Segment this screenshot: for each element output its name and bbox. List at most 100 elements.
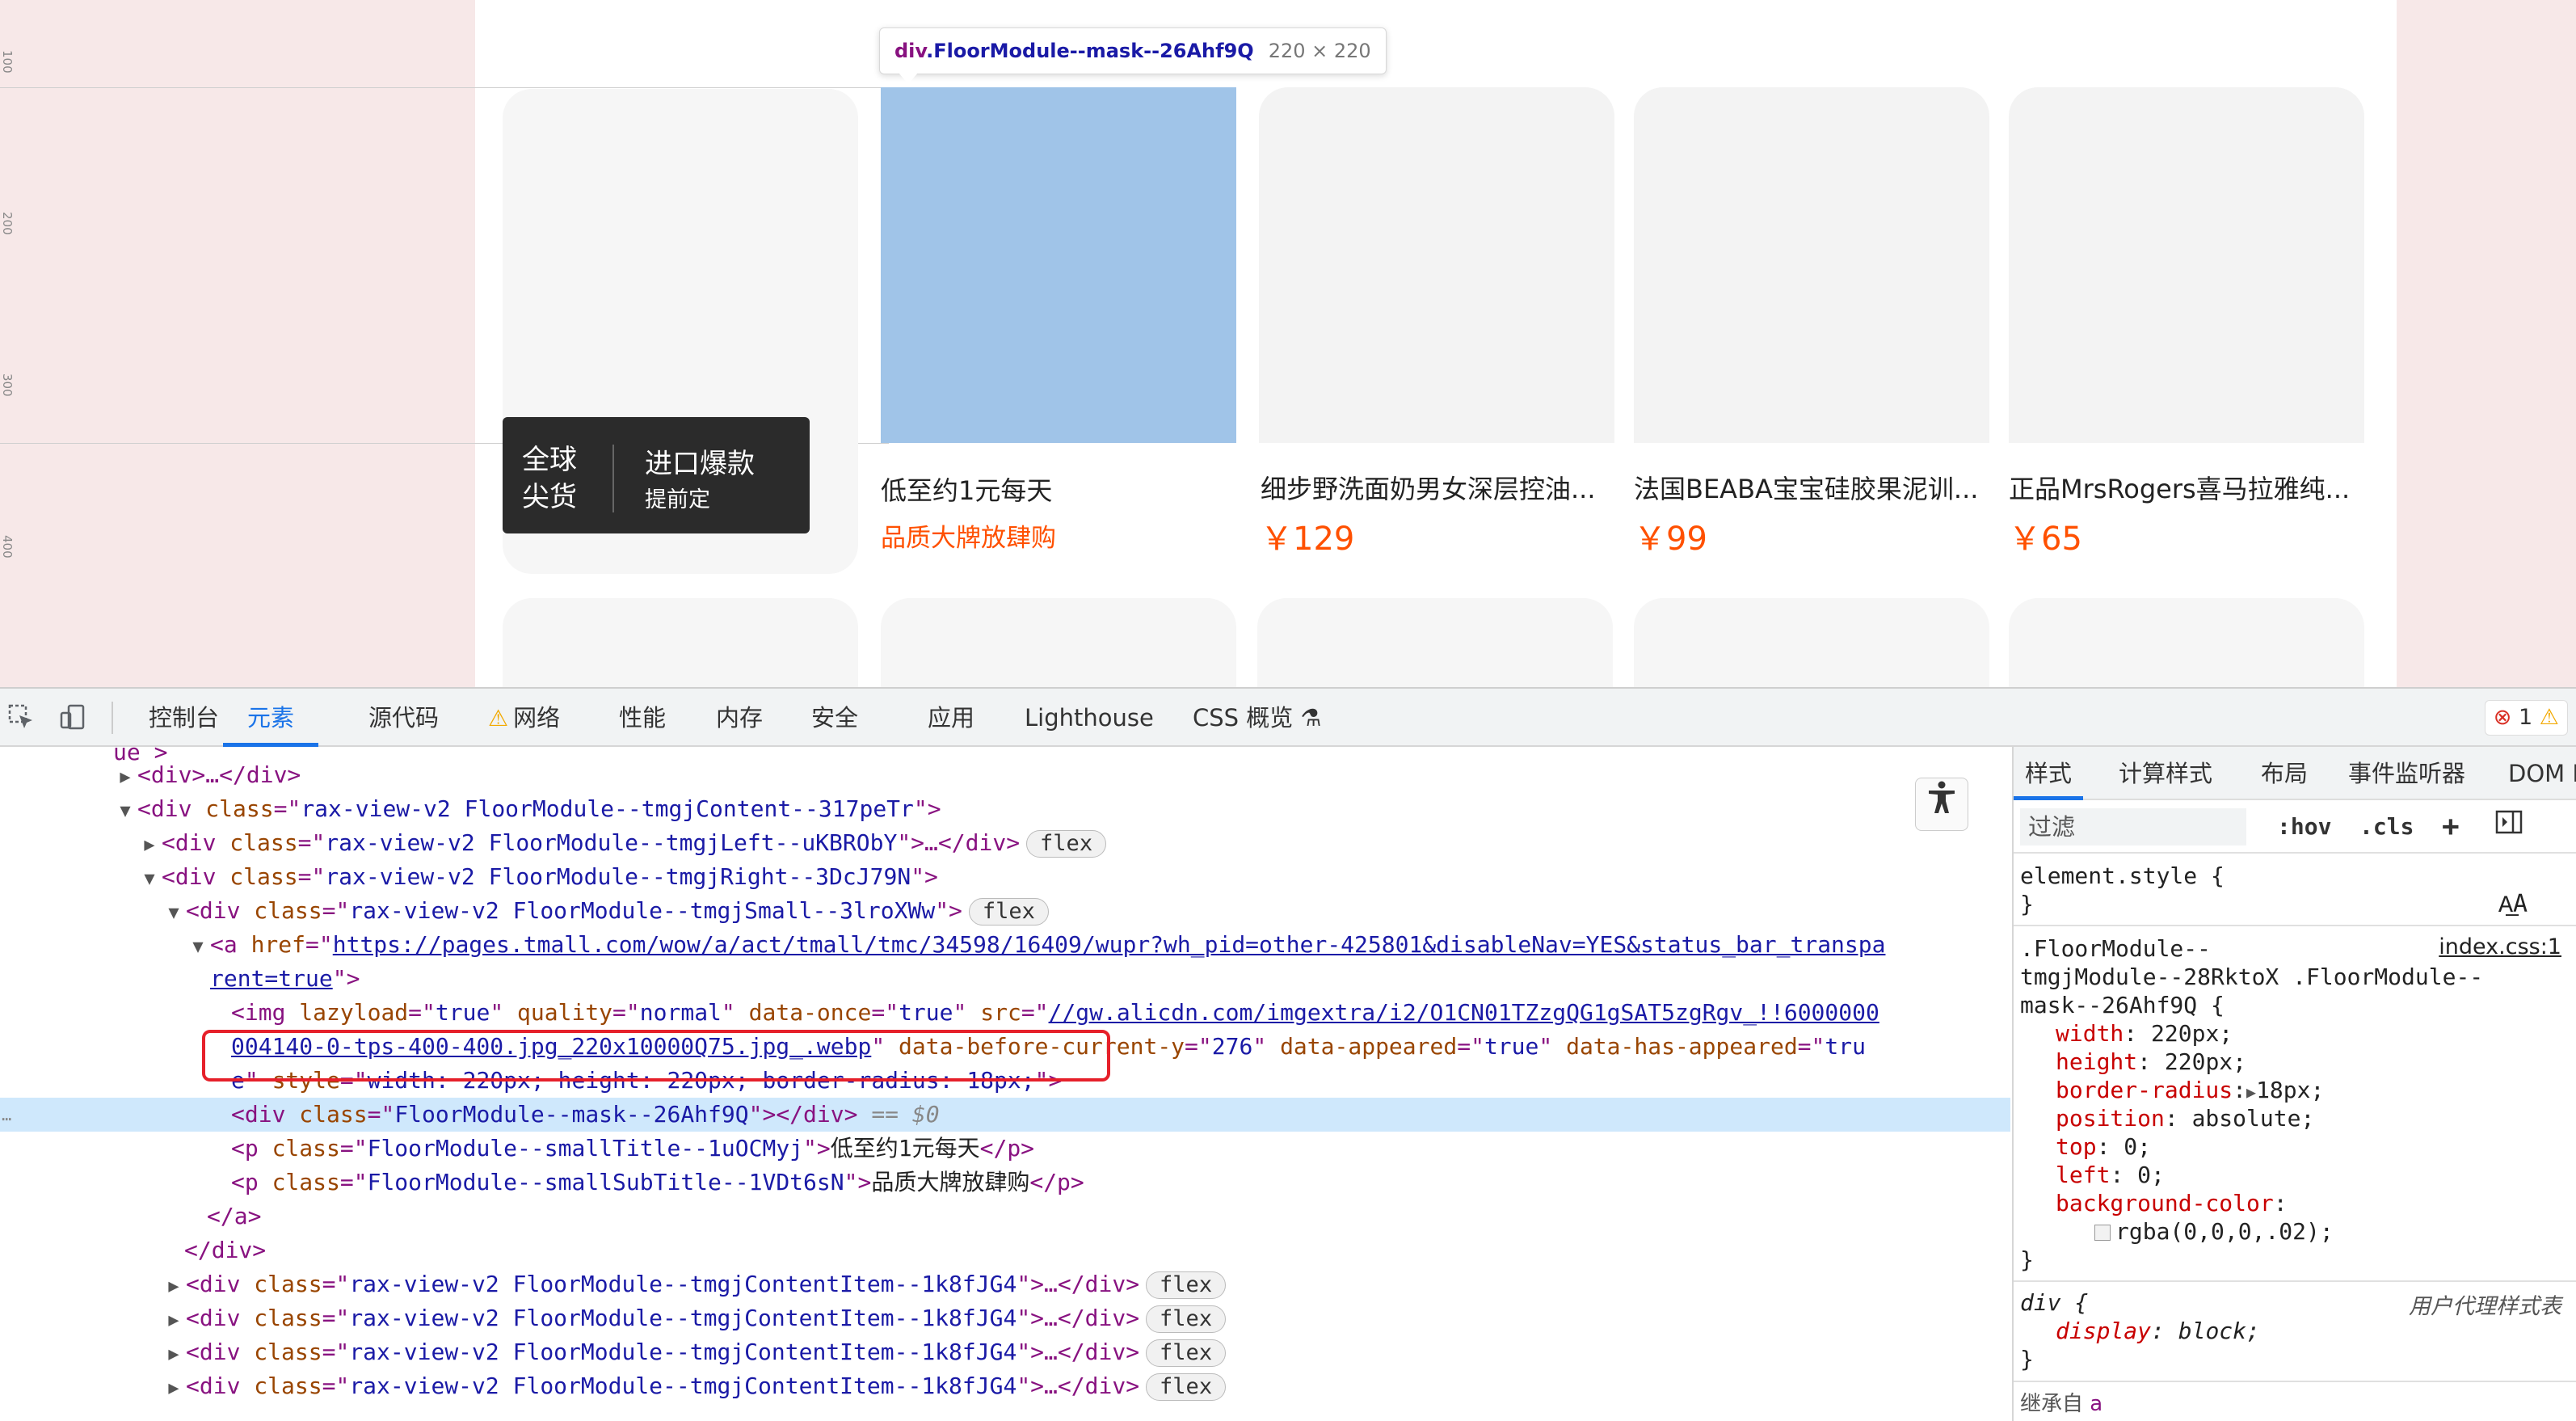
- product-image[interactable]: [1259, 87, 1614, 443]
- rule-divider: [2014, 1381, 2576, 1382]
- card-title[interactable]: 细步野洗面奶男女深层控油...: [1261, 469, 1596, 506]
- banner-subtitle: 提前定: [645, 487, 710, 512]
- dom-node-selected[interactable]: <div class="FloorModule--mask--26Ahf9Q">…: [0, 1098, 2010, 1132]
- flex-badge[interactable]: flex: [1146, 1305, 1227, 1333]
- dom-node[interactable]: ▶ <div class="rax-view-v2 FloorModule--tm…: [0, 1335, 2010, 1369]
- css-property[interactable]: background-color:: [2056, 1189, 2288, 1217]
- css-property[interactable]: border-radius:▶18px;: [2056, 1076, 2324, 1107]
- flex-badge[interactable]: flex: [1146, 1373, 1227, 1401]
- tab-security[interactable]: 安全: [811, 689, 858, 747]
- global-goods-banner[interactable]: 全球尖货 进口爆款 提前定: [503, 417, 810, 533]
- expand-triangle-icon[interactable]: ▶: [137, 829, 162, 862]
- element-style-rule[interactable]: element.style {: [2020, 862, 2225, 890]
- styles-filter-input[interactable]: 过滤: [2020, 808, 2246, 845]
- dom-node[interactable]: ▼ <div class="rax-view-v2 FloorModule--tm…: [0, 792, 2010, 826]
- dom-node[interactable]: ▶ <div>…</div>: [0, 758, 2010, 792]
- expand-triangle-icon[interactable]: ▶: [162, 1304, 186, 1338]
- href-link[interactable]: rent=true: [210, 965, 333, 992]
- card-title[interactable]: 法国BEABA宝宝硅胶果泥训...: [1634, 469, 1978, 506]
- product-card[interactable]: [1634, 598, 1989, 687]
- rule-selector[interactable]: mask--26Ahf9Q {: [2020, 991, 2225, 1019]
- card-price: ￥129: [1261, 521, 1355, 558]
- vertical-ruler: 100 200 300 400: [0, 0, 18, 687]
- ruler-line-100: [0, 87, 889, 88]
- tab-memory[interactable]: 内存: [716, 689, 763, 747]
- product-card[interactable]: [881, 598, 1236, 687]
- dom-node[interactable]: </a>: [0, 1200, 2010, 1233]
- tab-css-overview[interactable]: CSS 概览 ⚗: [1193, 689, 1322, 747]
- dom-node[interactable]: ▶ <div class="rax-view-v2 FloorModule--tm…: [0, 826, 2010, 860]
- product-card[interactable]: [1257, 598, 1613, 687]
- product-image[interactable]: [1634, 87, 1989, 443]
- collapse-triangle-icon[interactable]: ▼: [162, 896, 186, 930]
- tab-performance[interactable]: 性能: [619, 689, 666, 747]
- cls-toggle-button[interactable]: .cls: [2359, 808, 2414, 845]
- tab-layout[interactable]: 布局: [2261, 747, 2308, 800]
- tab-console[interactable]: 控制台: [149, 689, 219, 747]
- dom-node[interactable]: ▼ <div class="rax-view-v2 FloorModule--tm…: [0, 894, 2010, 928]
- tab-event-listeners[interactable]: 事件监听器: [2348, 747, 2465, 800]
- flex-badge[interactable]: flex: [1026, 830, 1107, 858]
- tab-network[interactable]: ⚠ 网络: [488, 689, 560, 747]
- expand-triangle-icon[interactable]: ▶: [113, 761, 137, 795]
- href-link[interactable]: https://pages.tmall.com/wow/a/act/tmall/…: [333, 931, 1886, 958]
- css-property-value[interactable]: rgba(0,0,0,.02);: [2094, 1217, 2334, 1246]
- tab-lighthouse[interactable]: Lighthouse: [1025, 689, 1154, 747]
- dom-node[interactable]: <p class="FloorModule--smallSubTitle--1V…: [0, 1166, 2010, 1200]
- expand-triangle-icon[interactable]: ▶: [162, 1270, 186, 1304]
- collapse-triangle-icon[interactable]: ▼: [137, 862, 162, 896]
- tab-sources[interactable]: 源代码: [368, 689, 439, 747]
- card-title[interactable]: 正品MrsRogers喜马拉雅纯...: [2009, 469, 2350, 506]
- css-property[interactable]: top: 0;: [2056, 1132, 2151, 1161]
- rule-divider: [2014, 925, 2576, 926]
- dom-node[interactable]: ▶ <div class="rax-view-v2 FloorModule--tm…: [0, 1301, 2010, 1335]
- expand-triangle-icon[interactable]: ▶: [2246, 1082, 2256, 1102]
- src-link[interactable]: //gw.alicdn.com/imgextra/i2/O1CN01TZzgQG…: [1049, 999, 1879, 1026]
- more-options-icon[interactable]: ⋯: [2, 1109, 11, 1128]
- css-property[interactable]: height: 220px;: [2056, 1048, 2246, 1076]
- hov-toggle-button[interactable]: :hov: [2277, 808, 2331, 845]
- flex-badge[interactable]: flex: [968, 898, 1049, 926]
- dom-node[interactable]: <p class="FloorModule--smallTitle--1uOCM…: [0, 1132, 2010, 1166]
- css-property[interactable]: position: absolute;: [2056, 1104, 2314, 1132]
- tab-computed[interactable]: 计算样式: [2119, 747, 2212, 800]
- collapse-triangle-icon[interactable]: ▼: [113, 795, 137, 829]
- dom-node[interactable]: ▼ <a href="https://pages.tmall.com/wow/a/…: [0, 928, 2010, 962]
- css-property[interactable]: width: 220px;: [2056, 1019, 2233, 1048]
- elements-tree[interactable]: ue > ▶ <div>…</div> ▼ <div class="rax-view…: [0, 747, 2010, 1421]
- rule-selector[interactable]: tmgjModule--28RktoX .FloorModule--: [2020, 963, 2483, 991]
- tab-application[interactable]: 应用: [928, 689, 974, 747]
- css-property[interactable]: left: 0;: [2056, 1161, 2165, 1189]
- expand-triangle-icon[interactable]: ▶: [162, 1338, 186, 1372]
- rule-selector[interactable]: .FloorModule--: [2020, 934, 2211, 963]
- dom-node[interactable]: </div>: [0, 1233, 2010, 1267]
- device-toolbar-icon[interactable]: [58, 703, 87, 732]
- font-editor-icon[interactable]: A͟A: [2498, 890, 2528, 918]
- tab-styles[interactable]: 样式: [2014, 747, 2084, 800]
- inspect-tooltip: div.FloorModule--mask--26Ahf9Q 220 × 220: [879, 27, 1387, 74]
- collapse-triangle-icon[interactable]: ▼: [186, 930, 210, 964]
- tab-dom-breakpoints[interactable]: DOM I: [2508, 747, 2576, 800]
- color-swatch[interactable]: [2094, 1225, 2111, 1241]
- product-card[interactable]: [503, 598, 858, 687]
- error-count-badge[interactable]: ⊗ 1 ⚠: [2484, 700, 2568, 736]
- flex-badge[interactable]: flex: [1146, 1271, 1227, 1299]
- warning-icon: ⚠: [488, 705, 509, 732]
- dom-node-continued[interactable]: rent=true">: [0, 962, 2010, 996]
- rule-source-link[interactable]: index.css:1: [2439, 934, 2561, 959]
- add-rule-icon[interactable]: +: [2442, 808, 2460, 845]
- dom-node[interactable]: ▼ <div class="rax-view-v2 FloorModule--tm…: [0, 860, 2010, 894]
- card-subtitle[interactable]: 品质大牌放肆购: [881, 517, 1056, 554]
- accessibility-icon[interactable]: [1915, 778, 1968, 831]
- flex-badge[interactable]: flex: [1146, 1339, 1227, 1367]
- product-card[interactable]: [2009, 598, 2364, 687]
- tab-elements[interactable]: 元素: [223, 689, 319, 747]
- dom-node[interactable]: ▶ <div class="rax-view-v2 FloorModule--tm…: [0, 1369, 2010, 1403]
- card-title[interactable]: 低至约1元每天: [881, 470, 1052, 508]
- expand-triangle-icon[interactable]: ▶: [162, 1372, 186, 1406]
- dom-node[interactable]: ▶ <div class="rax-view-v2 FloorModule--tm…: [0, 1267, 2010, 1301]
- toggle-sidebar-icon[interactable]: [2495, 808, 2523, 845]
- inspect-element-icon[interactable]: [6, 703, 36, 732]
- product-image[interactable]: [2009, 87, 2364, 443]
- dom-node[interactable]: <img lazyload="true" quality="normal" da…: [0, 996, 2010, 1030]
